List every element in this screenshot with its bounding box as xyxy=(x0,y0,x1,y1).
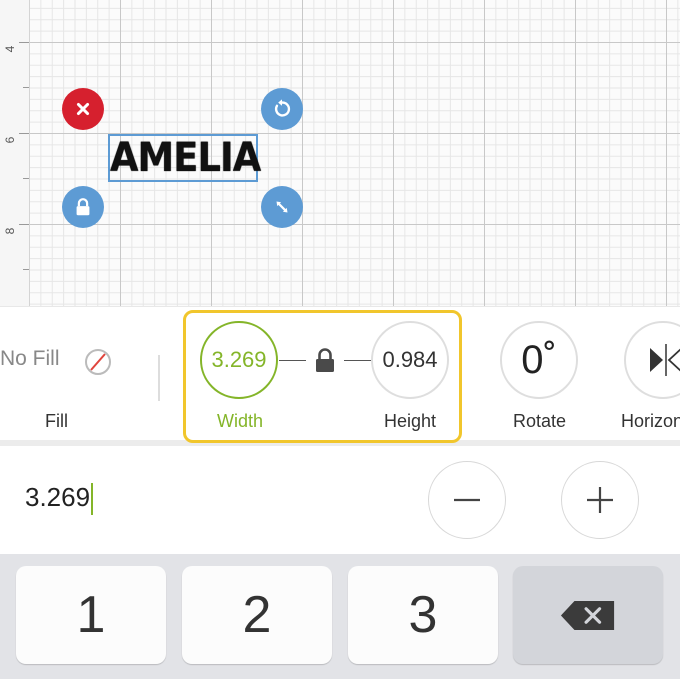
height-value: 0.984 xyxy=(382,347,438,372)
connector-line xyxy=(279,360,306,361)
ruler-label: 4 xyxy=(3,45,17,53)
lock-icon xyxy=(76,198,90,216)
ruler-tick xyxy=(19,133,29,134)
rotate-label: Rotate xyxy=(513,411,567,431)
fill-value[interactable]: No Fill xyxy=(0,347,60,371)
no-fill-icon[interactable] xyxy=(83,347,113,377)
ruler-label: 8 xyxy=(3,227,17,235)
key-2[interactable]: 2 xyxy=(182,566,332,664)
backspace-key[interactable] xyxy=(513,566,663,664)
flip-horizontal-icon xyxy=(650,344,680,376)
resize-handle[interactable] xyxy=(261,186,303,228)
resize-arrows-icon xyxy=(276,201,288,213)
backspace-icon xyxy=(560,600,615,630)
fill-label: Fill xyxy=(45,411,68,431)
value-input-row: 3.269 xyxy=(0,446,680,554)
height-label: Height xyxy=(384,411,437,431)
ruler-tick xyxy=(23,178,29,179)
width-label: Width xyxy=(217,411,264,431)
edit-toolbar: No Fill Fill 3.269 0.984 0˚ Width Height… xyxy=(0,306,680,446)
width-button[interactable]: 3.269 xyxy=(200,321,278,399)
proportion-lock-icon[interactable] xyxy=(313,347,337,373)
key-1[interactable]: 1 xyxy=(16,566,166,664)
connector-line xyxy=(344,360,371,361)
ruler-tick xyxy=(23,87,29,88)
delete-handle[interactable] xyxy=(62,88,104,130)
vertical-ruler: 4 6 8 xyxy=(0,0,30,306)
flip-horizontal-button[interactable] xyxy=(624,321,680,399)
rotate-handle[interactable] xyxy=(261,88,303,130)
increment-button[interactable] xyxy=(561,461,639,539)
divider xyxy=(158,355,160,401)
key-3[interactable]: 3 xyxy=(348,566,498,664)
rotate-icon xyxy=(274,99,291,117)
rotate-button[interactable]: 0˚ xyxy=(500,321,578,399)
width-value: 3.269 xyxy=(211,347,267,372)
text-object[interactable]: AMELIA xyxy=(110,136,261,180)
ruler-tick xyxy=(23,269,29,270)
close-icon xyxy=(76,102,90,116)
decrement-button[interactable] xyxy=(428,461,506,539)
ruler-label: 6 xyxy=(3,136,17,144)
lock-handle[interactable] xyxy=(62,186,104,228)
plus-icon xyxy=(587,487,613,513)
design-canvas[interactable]: 4 6 8 AMELIA xyxy=(0,0,680,306)
rotate-value: 0˚ xyxy=(521,337,557,382)
ruler-tick xyxy=(19,42,29,43)
minus-icon xyxy=(454,498,480,502)
value-input[interactable]: 3.269 xyxy=(25,482,94,516)
text-caret xyxy=(91,483,94,516)
value-input-text: 3.269 xyxy=(25,482,91,512)
ruler-tick xyxy=(19,224,29,225)
flip-horizontal-label: Horizon xyxy=(621,411,680,431)
height-button[interactable]: 0.984 xyxy=(371,321,449,399)
numeric-keypad: 1 2 3 xyxy=(0,554,680,679)
